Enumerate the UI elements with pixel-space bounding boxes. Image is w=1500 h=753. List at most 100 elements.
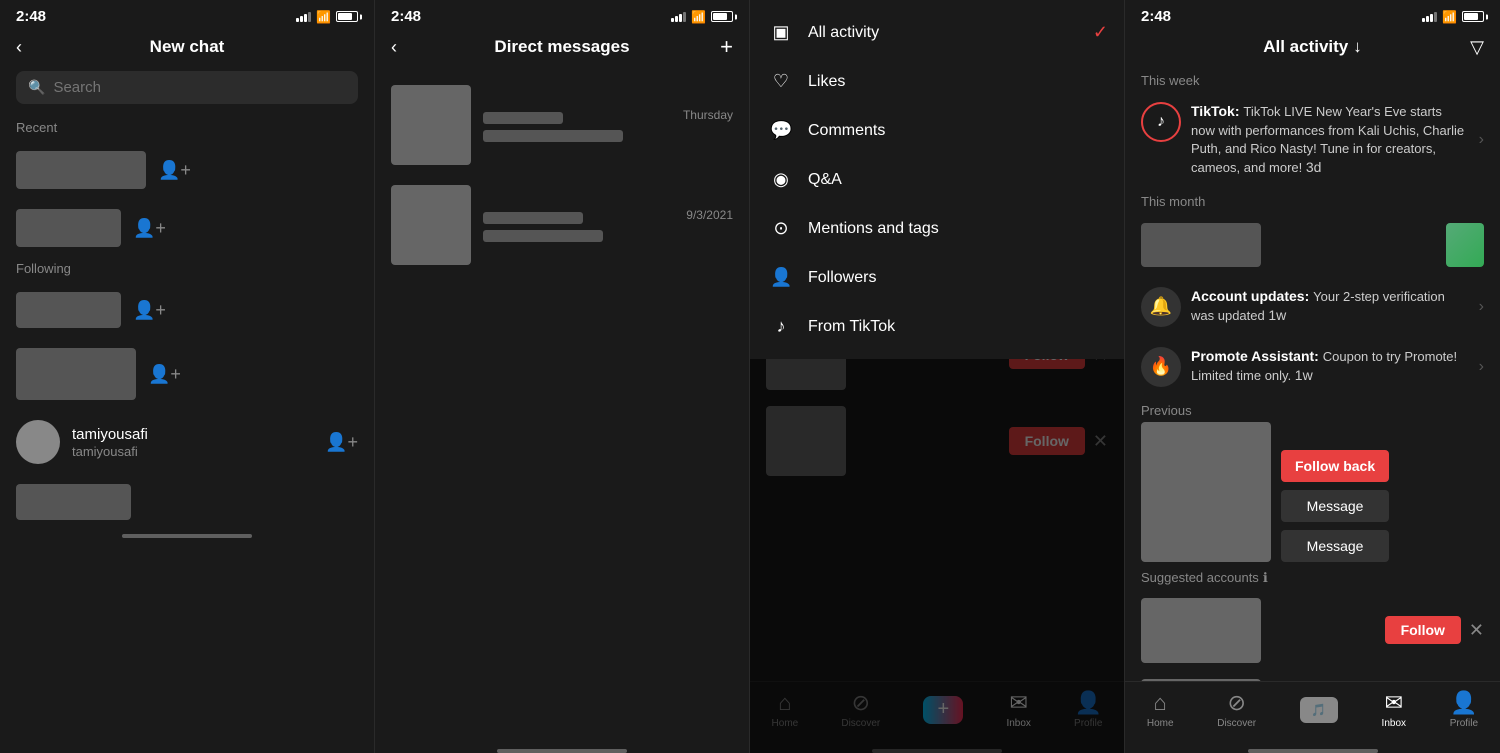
avatar-placeholder xyxy=(16,484,131,520)
back-button-p2[interactable]: ‹ xyxy=(391,37,397,58)
add-contact-icon[interactable]: 👤+ xyxy=(133,218,166,239)
list-item[interactable]: 👤+ xyxy=(0,338,374,410)
discover-icon-p4: ⊘ xyxy=(1227,690,1245,716)
panel-activity-dropdown: 2:48 📶 All activity ^ ▽ Previous Follow … xyxy=(750,0,1125,753)
nav-discover-p4[interactable]: ⊘ Discover xyxy=(1217,690,1256,729)
message-content: 9/3/2021 xyxy=(483,208,733,242)
list-item[interactable] xyxy=(1125,213,1500,277)
message-list: Thursday 9/3/2021 xyxy=(375,67,749,745)
list-item[interactable]: tamiyousafi tamiyousafi 👤+ xyxy=(0,410,374,474)
message-button-p4-2[interactable]: Message xyxy=(1281,530,1389,562)
nav-home-p4[interactable]: ⌂ Home xyxy=(1147,690,1174,729)
signal-icon-p4 xyxy=(1422,12,1437,22)
list-item[interactable]: Follow ✕ xyxy=(1125,671,1500,681)
activity-feed-title[interactable]: All activity ↓ xyxy=(1263,37,1362,57)
tiktok-icon: ♪ xyxy=(770,316,792,337)
info-icon-p4: ℹ xyxy=(1263,570,1268,586)
all-activity-icon: ▣ xyxy=(770,22,792,43)
follow-back-button-p4[interactable]: Follow back xyxy=(1281,450,1389,482)
panel-new-chat: 2:48 📶 ‹ New chat 🔍 Recent 👤+ 👤+ Followi… xyxy=(0,0,375,753)
panel-activity-feed: 2:48 📶 All activity ↓ ▽ This week ♪ TikT… xyxy=(1125,0,1500,753)
list-item[interactable]: Thursday xyxy=(375,75,749,175)
add-contact-icon[interactable]: 👤+ xyxy=(148,364,181,385)
caret-down-icon: ↓ xyxy=(1353,37,1362,57)
avatar xyxy=(391,185,471,265)
dropdown-item-all-activity[interactable]: ▣ All activity ✓ xyxy=(750,8,1124,57)
list-item[interactable]: 👤+ xyxy=(0,282,374,338)
this-month-label: This month xyxy=(1125,188,1500,213)
list-item[interactable]: 👤+ xyxy=(0,141,374,199)
nav-discover-label-p4: Discover xyxy=(1217,718,1256,729)
nav-inbox-label-p4: Inbox xyxy=(1382,718,1406,729)
suggested-actions-p4-1: Follow ✕ xyxy=(1385,616,1484,644)
activity-image-placeholder xyxy=(1141,223,1261,267)
back-button-p1[interactable]: ‹ xyxy=(16,37,22,58)
create-icon-p4: 🎵 xyxy=(1300,697,1338,723)
avatar-placeholder xyxy=(16,348,136,400)
promote-icon: 🔥 xyxy=(1141,347,1181,387)
dismiss-button-p4-1[interactable]: ✕ xyxy=(1469,620,1484,641)
add-contact-icon[interactable]: 👤+ xyxy=(158,160,191,181)
chevron-right-icon: › xyxy=(1479,131,1484,149)
time-p4: 2:48 xyxy=(1141,8,1171,25)
home-indicator xyxy=(497,749,627,753)
chevron-right-icon-2: › xyxy=(1479,298,1484,316)
message-button-p4-1[interactable]: Message xyxy=(1281,490,1389,522)
recent-label: Recent xyxy=(0,116,374,141)
notification-bell-icon: 🔔 xyxy=(1141,287,1181,327)
dropdown-item-likes[interactable]: ♡ Likes xyxy=(750,57,1124,106)
time-p1: 2:48 xyxy=(16,8,46,25)
comments-icon: 💬 xyxy=(770,120,792,141)
follow-button-p4-1[interactable]: Follow xyxy=(1385,616,1461,644)
nav-inbox-p4[interactable]: ✉ Inbox xyxy=(1382,690,1406,729)
avatar-placeholder xyxy=(16,209,121,247)
contact-info: tamiyousafi tamiyousafi xyxy=(72,426,313,459)
mentions-icon: ⊙ xyxy=(770,218,792,239)
inbox-icon-p4: ✉ xyxy=(1385,690,1403,716)
activity-feed-content: This week ♪ TikTok: TikTok LIVE New Year… xyxy=(1125,67,1500,681)
list-item[interactable]: 👤+ xyxy=(0,199,374,257)
search-icon: 🔍 xyxy=(28,79,45,96)
add-contact-icon[interactable]: 👤+ xyxy=(133,300,166,321)
new-chat-title: New chat xyxy=(150,37,225,57)
activity-dropdown-menu: ▣ All activity ✓ ♡ Likes 💬 Comments ◉ Q&… xyxy=(750,0,1124,359)
search-input[interactable] xyxy=(53,79,346,96)
contact-handle: tamiyousafi xyxy=(72,444,313,459)
nav-create-p4[interactable]: 🎵 xyxy=(1300,697,1338,723)
dropdown-item-qanda[interactable]: ◉ Q&A xyxy=(750,155,1124,204)
time-p2: 2:48 xyxy=(391,8,421,25)
list-item[interactable] xyxy=(0,474,374,530)
home-icon-p4: ⌂ xyxy=(1154,690,1167,716)
compose-button[interactable]: + xyxy=(720,34,733,60)
message-date: 9/3/2021 xyxy=(686,208,733,224)
notification-text: TikTok: TikTok LIVE New Year's Eve start… xyxy=(1191,102,1469,178)
add-contact-icon[interactable]: 👤+ xyxy=(325,432,358,453)
dm-header: ‹ Direct messages + xyxy=(375,29,749,67)
suggested-accounts-label-p4: Suggested accounts ℹ xyxy=(1125,562,1500,590)
chevron-right-icon-3: › xyxy=(1479,358,1484,376)
message-date: Thursday xyxy=(683,108,733,124)
contact-name: tamiyousafi xyxy=(72,426,313,443)
previous-label-p4: Previous xyxy=(1125,397,1500,422)
nav-profile-p4[interactable]: 👤 Profile xyxy=(1450,690,1478,729)
dropdown-item-comments[interactable]: 💬 Comments xyxy=(750,106,1124,155)
activity-thumb xyxy=(1446,223,1484,267)
promote-text: Promote Assistant: Coupon to try Promote… xyxy=(1191,347,1469,386)
list-item[interactable]: Follow ✕ xyxy=(1125,590,1500,671)
list-item[interactable]: ♪ TikTok: TikTok LIVE New Year's Eve sta… xyxy=(1125,92,1500,188)
search-box[interactable]: 🔍 xyxy=(16,71,358,104)
list-item[interactable]: 9/3/2021 xyxy=(375,175,749,275)
wifi-icon-p1: 📶 xyxy=(316,10,331,24)
activity-feed-header: All activity ↓ ▽ xyxy=(1125,29,1500,67)
qanda-icon: ◉ xyxy=(770,169,792,190)
follower-card-inner: Follow back Message Message xyxy=(1141,422,1484,562)
activity-dropdown-overlay: ▣ All activity ✓ ♡ Likes 💬 Comments ◉ Q&… xyxy=(750,0,1124,753)
dropdown-item-followers[interactable]: 👤 Followers xyxy=(750,253,1124,302)
dropdown-item-from-tiktok[interactable]: ♪ From TikTok xyxy=(750,302,1124,351)
dropdown-item-mentions[interactable]: ⊙ Mentions and tags xyxy=(750,204,1124,253)
this-week-label: This week xyxy=(1125,67,1500,92)
status-icons-p4: 📶 xyxy=(1422,10,1484,24)
list-item[interactable]: 🔔 Account updates: Your 2-step verificat… xyxy=(1125,277,1500,337)
list-item[interactable]: 🔥 Promote Assistant: Coupon to try Promo… xyxy=(1125,337,1500,397)
filter-icon-p4[interactable]: ▽ xyxy=(1470,37,1484,58)
